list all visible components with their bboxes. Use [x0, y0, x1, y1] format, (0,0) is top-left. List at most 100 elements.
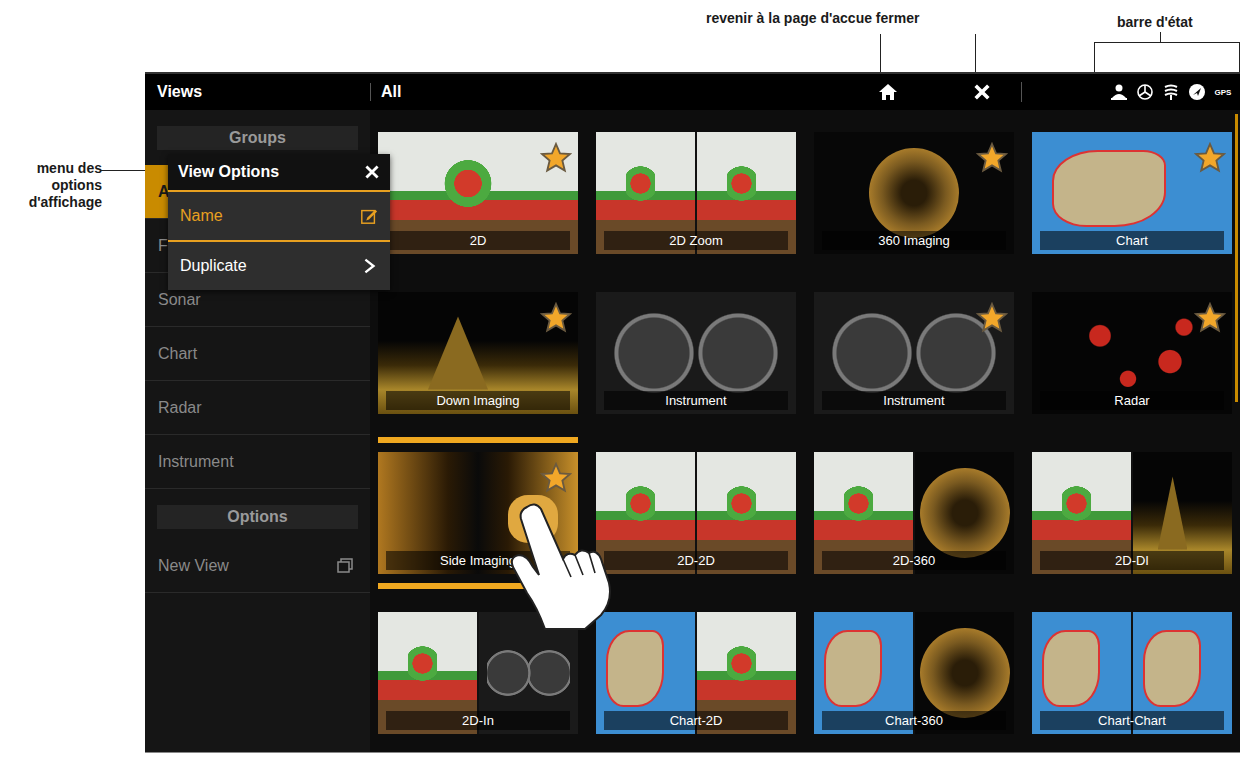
tile-label: Chart-360 [822, 711, 1006, 730]
pane-shape [1072, 310, 1212, 395]
view-thumbnail: Chart [1032, 132, 1232, 254]
pane-shape [830, 307, 998, 400]
callout-line [1160, 32, 1161, 42]
view-thumbnail: Radar [1032, 292, 1232, 414]
pane-shape [920, 468, 1010, 558]
pane-shape [487, 627, 570, 720]
view-thumbnail: Down Imaging [378, 292, 578, 414]
new-view-button[interactable]: New View [145, 539, 370, 593]
star-icon[interactable] [540, 462, 572, 494]
view-thumbnail: 2D Zoom [596, 132, 796, 254]
new-view-icon [336, 557, 354, 575]
view-tile[interactable]: 2D [378, 117, 578, 269]
view-tile[interactable]: Radar [1032, 277, 1232, 429]
pane-shape [1042, 630, 1100, 707]
tile-label: Chart-Chart [1040, 711, 1224, 730]
tile-label: 2D Zoom [604, 231, 788, 250]
tile-label: 2D-2D [604, 551, 788, 570]
views-grid-area: 2D 2D Zoom 360 Imaging Chart Down Imaging Ins… [370, 110, 1240, 752]
separator [1021, 82, 1022, 102]
view-tile[interactable]: 2D Zoom [596, 117, 796, 269]
views-title: Views [145, 83, 370, 101]
main-area: GroupsAFSonarChartRadarInstrumentOptions… [145, 110, 1240, 752]
pane-shape [1158, 476, 1188, 549]
view-thumbnail: 2D-2D [596, 452, 796, 574]
view-thumbnail: Chart-2D [596, 612, 796, 734]
star-icon[interactable] [540, 142, 572, 174]
menu-item[interactable]: Duplicate [168, 242, 390, 290]
pane-shape [428, 316, 488, 389]
callout-line [1094, 42, 1240, 43]
view-tile[interactable]: Chart-Chart [1032, 597, 1232, 749]
view-tile[interactable]: Instrument [814, 277, 1014, 429]
home-close-callout: revenir à la page d'accue fermer [706, 10, 919, 26]
status-bar-callout: barre d'état [1117, 14, 1193, 30]
menu-header: View Options [168, 154, 390, 192]
view-thumbnail: 2D [378, 132, 578, 254]
view-tile[interactable]: 360 Imaging [814, 117, 1014, 269]
groups-header: Groups [157, 126, 358, 150]
star-icon[interactable] [1194, 142, 1226, 174]
callout-line [1094, 42, 1095, 72]
pane-shape [844, 479, 874, 528]
view-tile[interactable]: Instrument [596, 277, 796, 429]
view-thumbnail: 2D-In [378, 612, 578, 734]
wheel-icon [1136, 83, 1154, 101]
tile-label: 2D [386, 231, 570, 250]
pane-shape [1143, 630, 1201, 707]
tile-label: 360 Imaging [822, 231, 1006, 250]
close-icon[interactable] [364, 164, 380, 180]
view-tile[interactable]: Chart [1032, 117, 1232, 269]
star-icon[interactable] [1194, 302, 1226, 334]
view-thumbnail: Chart-360 [814, 612, 1014, 734]
close-icon[interactable] [973, 83, 991, 101]
view-thumbnail: 2D-360 [814, 452, 1014, 574]
hand-pointer-icon [505, 497, 615, 632]
tile-label: Radar [1040, 391, 1224, 410]
sidebar-item[interactable]: Chart [145, 327, 370, 381]
pane-shape [612, 307, 780, 400]
pane-shape [626, 479, 656, 528]
menu-item[interactable]: Name [168, 192, 390, 242]
star-icon[interactable] [540, 302, 572, 334]
star-icon[interactable] [976, 142, 1008, 174]
status-bar: GPS [1110, 83, 1240, 101]
view-tile[interactable]: Down Imaging [378, 277, 578, 429]
sidebar-item[interactable]: Instrument [145, 435, 370, 489]
view-tile[interactable]: 2D-2D [596, 437, 796, 589]
view-thumbnail: 2D-DI [1032, 452, 1232, 574]
tile-label: 2D-360 [822, 551, 1006, 570]
pane-shape [1062, 479, 1092, 528]
page: revenir à la page d'accue fermer barre d'… [0, 0, 1245, 759]
view-tile[interactable]: Chart-2D [596, 597, 796, 749]
view-thumbnail: 360 Imaging [814, 132, 1014, 254]
star-icon[interactable] [976, 302, 1008, 334]
options-header: Options [157, 505, 358, 529]
pane-shape [727, 159, 757, 208]
edit-icon [360, 207, 378, 225]
chevron-right-icon [360, 257, 378, 275]
pane-shape [606, 630, 664, 707]
tile-label: 2D-In [386, 711, 570, 730]
tile-label: 2D-DI [1040, 551, 1224, 570]
navigation-icon [1188, 83, 1206, 101]
home-icon[interactable] [878, 82, 898, 102]
views-grid: 2D 2D Zoom 360 Imaging Chart Down Imaging Ins… [370, 110, 1240, 749]
pane-shape [727, 479, 757, 528]
tile-label: Chart [1040, 231, 1224, 250]
pane-shape [1052, 150, 1166, 227]
top-bar: ViewsAllGPS [145, 72, 1240, 110]
view-tile[interactable]: 2D-360 [814, 437, 1014, 589]
pane-shape [408, 639, 438, 688]
view-tile[interactable]: Chart-360 [814, 597, 1014, 749]
pane-shape [438, 159, 498, 208]
sidebar-item[interactable]: Radar [145, 381, 370, 435]
pane-shape [869, 148, 959, 238]
scrollbar[interactable] [1235, 114, 1238, 402]
pane-shape [626, 159, 656, 208]
tile-label: Down Imaging [386, 391, 570, 410]
user-icon [1110, 83, 1128, 101]
view-tile[interactable]: 2D-DI [1032, 437, 1232, 589]
tile-label: Instrument [822, 391, 1006, 410]
callout-line [975, 34, 976, 74]
